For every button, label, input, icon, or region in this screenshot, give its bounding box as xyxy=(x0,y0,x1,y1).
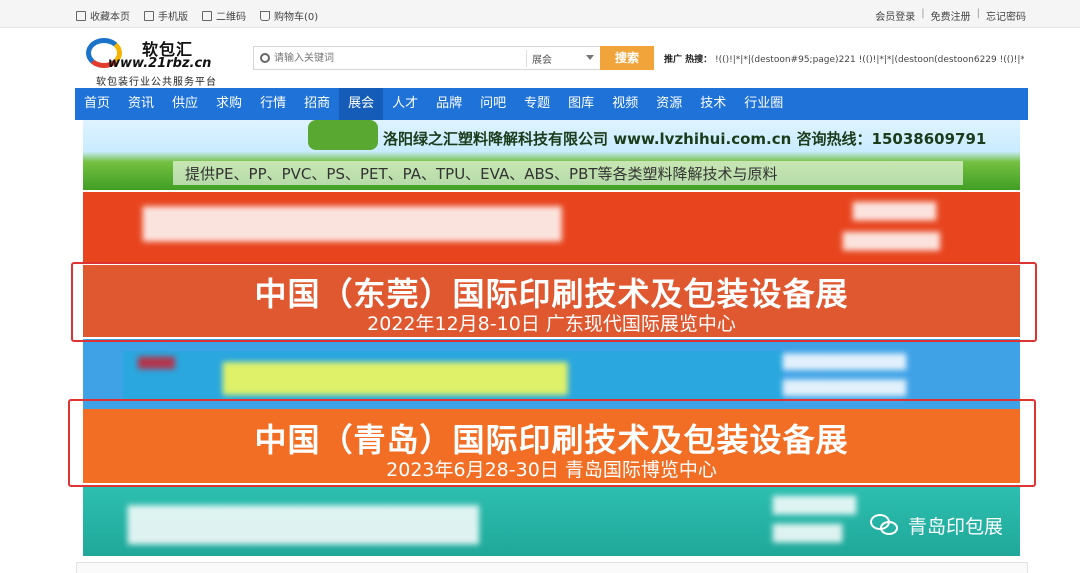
nav-item[interactable]: 招商 xyxy=(295,88,339,120)
nav-item[interactable]: 展会 xyxy=(339,88,384,120)
mobile-link[interactable]: 手机版 xyxy=(144,8,188,23)
blurred-venue: ▇▇▇▇▇ xyxy=(773,522,843,543)
nav-item[interactable]: 视频 xyxy=(603,88,647,120)
forgot-password-link[interactable]: 忘记密码 xyxy=(986,8,1026,23)
ad-banner-lvzhihui[interactable]: 洛阳绿之汇塑料降解科技有限公司 www.lvzhihui.com.cn 咨询热线… xyxy=(83,120,1020,190)
ad-banner-dongguan-expo[interactable]: 中国（东莞）国际印刷技术及包装设备展 2022年12月8-10日 广东现代国际展… xyxy=(83,265,1020,337)
search-bar: 展会 搜索 xyxy=(253,46,654,70)
blurred-title: ▇▇▇▇▇▇▇▇▇▇▇▇▇▇▇▇ xyxy=(143,202,562,242)
nav-item[interactable]: 品牌 xyxy=(427,88,471,120)
qrcode-link[interactable]: 二维码 xyxy=(202,8,246,23)
bookmark-icon xyxy=(76,10,86,21)
nav-item[interactable]: 供应 xyxy=(163,88,207,120)
nav-item[interactable]: 问吧 xyxy=(471,88,515,120)
grass-image xyxy=(308,120,378,150)
ad-banner-blurred-1[interactable]: ▇▇▇▇▇▇▇▇▇▇▇▇▇▇▇▇ ▇▇▇▇▇▇ ▇▇▇▇▇▇▇ xyxy=(83,192,1020,262)
banner-subtitle: 2023年6月28-30日 青岛国际博览中心 xyxy=(386,459,717,481)
ad-banner-blurred-2[interactable]: ▇▇▇▇ ▇▇▇▇▇▇▇▇▇▇▇▇▇▇ ▇▇▇▇▇▇▇▇▇▇ ▇▇▇▇▇▇▇▇▇… xyxy=(83,339,1020,409)
blurred-title: ▇▇▇▇▇▇▇▇▇▇▇▇▇▇ xyxy=(223,357,568,395)
search-button[interactable]: 搜索 xyxy=(600,46,654,70)
nav-item[interactable]: 资源 xyxy=(647,88,691,120)
login-link[interactable]: 会员登录 xyxy=(875,8,915,23)
main-nav: 首页 资讯 供应 求购 行情 招商 展会 人才 品牌 问吧 专题 图库 视频 资源 技术 行业圈 xyxy=(75,88,1028,120)
cart-link[interactable]: 购物车(0) xyxy=(260,8,318,23)
nav-item[interactable]: 首页 xyxy=(75,88,119,120)
top-bar-right: 会员登录 | 免费注册 | 忘记密码 xyxy=(875,8,1026,23)
nav-item[interactable]: 求购 xyxy=(207,88,251,120)
blurred-title: ▇▇▇▇▇▇▇▇▇▇▇▇ xyxy=(128,500,479,544)
logo-url: www.21rbz.cn xyxy=(108,56,212,71)
nav-item[interactable]: 行业圈 xyxy=(735,88,792,120)
blurred-info: ▇▇▇▇▇▇▇▇▇▇ xyxy=(783,351,907,370)
hot-search-label: 推广 热搜： xyxy=(664,55,713,65)
site-logo[interactable]: 软包汇 www.21rbz.cn 软包装行业公共服务平台 xyxy=(82,36,232,88)
content-bottom-edge xyxy=(76,562,1028,573)
banner-description: 提供PE、PP、PVC、PS、PET、PA、TPU、EVA、ABS、PBT等各类… xyxy=(185,165,778,183)
mobile-icon xyxy=(144,10,154,21)
search-input[interactable] xyxy=(274,50,524,67)
nav-item[interactable]: 行情 xyxy=(251,88,295,120)
top-bar: 收藏本页 手机版 二维码 购物车(0) 会员登录 | 免费注册 | 忘记密码 xyxy=(0,0,1080,28)
ad-banner-qingdao-expo[interactable]: 中国（青岛）国际印刷技术及包装设备展 2023年6月28-30日 青岛国际博览中… xyxy=(83,409,1020,483)
watermark-text: 青岛印包展 xyxy=(908,516,1004,538)
favorite-link[interactable]: 收藏本页 xyxy=(76,8,130,23)
wechat-watermark: 青岛印包展 xyxy=(870,512,1003,539)
blurred-logo: ▇▇▇▇ xyxy=(138,355,175,369)
search-icon xyxy=(260,53,270,63)
blurred-venue: ▇▇▇▇▇▇▇ xyxy=(843,230,940,251)
hot-search: 推广 热搜： !(()!|*|*|(destoon#95;page)221 !(… xyxy=(664,52,1024,65)
qrcode-icon xyxy=(202,10,212,21)
qrcode-label: 二维码 xyxy=(216,12,246,23)
divider: | xyxy=(976,8,980,19)
cart-icon xyxy=(260,10,270,21)
nav-item[interactable]: 人才 xyxy=(383,88,427,120)
mobile-label: 手机版 xyxy=(158,12,188,23)
blurred-info: ▇▇▇▇▇▇▇▇▇▇ xyxy=(783,377,907,396)
banner-company: 洛阳绿之汇塑料降解科技有限公司 www.lvzhihui.com.cn 咨询热线… xyxy=(383,130,987,148)
blurred-date: ▇▇▇▇▇▇ xyxy=(773,494,857,515)
site-header: 软包汇 www.21rbz.cn 软包装行业公共服务平台 展会 搜索 推广 热搜… xyxy=(0,28,1080,88)
register-link[interactable]: 免费注册 xyxy=(931,8,971,23)
nav-item[interactable]: 技术 xyxy=(691,88,735,120)
nav-item[interactable]: 专题 xyxy=(515,88,559,120)
top-bar-left: 收藏本页 手机版 二维码 购物车(0) xyxy=(76,8,318,23)
chevron-down-icon[interactable] xyxy=(586,55,594,60)
nav-item[interactable]: 资讯 xyxy=(119,88,163,120)
wechat-icon xyxy=(870,513,900,538)
hot-search-links[interactable]: !(()!|*|*|(destoon#95;page)221 !(()!|*|*… xyxy=(715,55,1024,65)
cart-label: 购物车(0) xyxy=(274,12,319,23)
favorite-label: 收藏本页 xyxy=(90,12,130,23)
logo-slogan: 软包装行业公共服务平台 xyxy=(96,77,217,88)
blurred-date: ▇▇▇▇▇▇ xyxy=(853,200,937,221)
divider: | xyxy=(921,8,925,19)
nav-item[interactable]: 图库 xyxy=(559,88,603,120)
divider xyxy=(526,50,527,67)
banner-subtitle: 2022年12月8-10日 广东现代国际展览中心 xyxy=(367,313,736,335)
